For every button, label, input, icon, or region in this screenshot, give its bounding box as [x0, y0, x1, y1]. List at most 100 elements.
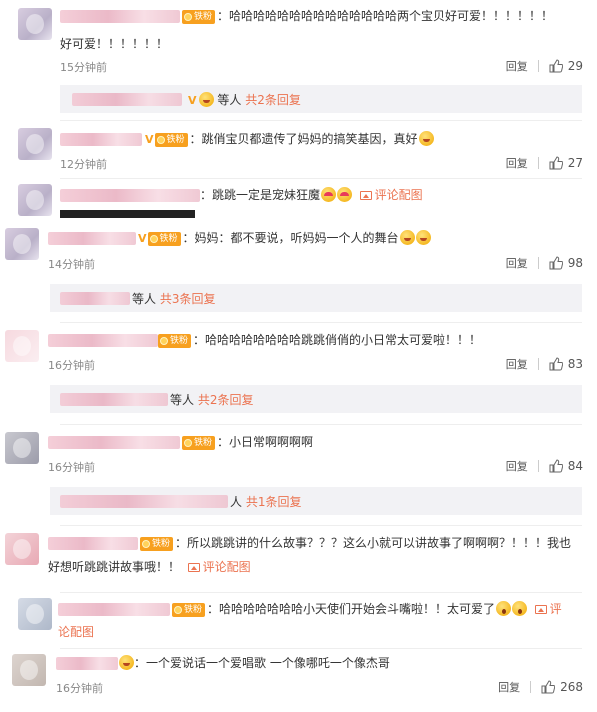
reply-summary-text[interactable]: 人 共1条回复 — [230, 493, 301, 510]
avatar[interactable] — [5, 533, 39, 565]
reply-people: 等人 — [217, 93, 242, 107]
fan-badge: 铁粉 — [182, 9, 216, 24]
emoji-icon — [119, 655, 134, 670]
image-icon — [534, 605, 547, 614]
comment-body-2: 好可爱！！！！！！ — [60, 37, 169, 51]
avatar[interactable] — [18, 128, 52, 160]
comment-text: 铁粉 ：哈哈哈哈哈哈哈小天使们开始会斗嘴啦！！太可爱了 评 — [172, 600, 562, 618]
divider — [60, 424, 582, 425]
comment-image-link[interactable]: 评 — [534, 602, 562, 616]
timestamp: 14分钟前 — [48, 258, 95, 271]
avatar[interactable] — [5, 330, 39, 362]
fan-badge-label: 铁粉 — [159, 233, 178, 244]
reply-summary-bar[interactable]: 等人 共3条回复 — [50, 284, 582, 312]
like-count: 98 — [567, 256, 583, 270]
divider — [537, 157, 539, 169]
thumbs-up-icon[interactable] — [541, 680, 556, 694]
comment-image-label: 评论配图 — [202, 560, 251, 574]
comment-image-link[interactable]: 评论配图 — [359, 188, 423, 202]
reply-summary-bar[interactable]: V 等人 共2条回复 — [60, 85, 582, 113]
username-blurred[interactable] — [56, 657, 118, 670]
fan-badge-label: 铁粉 — [152, 538, 171, 549]
thumbs-up-icon[interactable] — [549, 59, 563, 73]
comment-actions: 回复 268 — [498, 679, 583, 695]
comment-image-link[interactable]: 评论配图 — [187, 560, 251, 574]
like-count: 27 — [567, 156, 583, 170]
like-count: 83 — [567, 357, 583, 371]
reply-summary-bar[interactable]: 人 共1条回复 — [50, 487, 582, 515]
fan-badge-label: 铁粉 — [194, 11, 213, 22]
thumbs-up-icon[interactable] — [549, 256, 563, 270]
avatar[interactable] — [5, 432, 39, 464]
reply-button[interactable]: 回复 — [506, 458, 528, 474]
username-blurred[interactable] — [48, 334, 158, 347]
divider — [60, 648, 582, 649]
fan-badge-icon — [184, 12, 192, 21]
reply-summary-text[interactable]: 等人 共2条回复 — [170, 391, 253, 408]
reply-button[interactable]: 回复 — [498, 679, 520, 695]
heart-eyes-emoji-icon — [321, 187, 337, 202]
reply-button[interactable]: 回复 — [506, 58, 528, 74]
username-blurred[interactable] — [48, 232, 136, 245]
username-blurred[interactable] — [48, 436, 180, 449]
username-blurred[interactable] — [60, 10, 180, 23]
avatar[interactable] — [12, 654, 46, 686]
timestamp: 16分钟前 — [48, 461, 95, 474]
comment-body-2: 好想听跳跳讲故事哦！！ — [48, 560, 181, 574]
reply-button[interactable]: 回复 — [506, 255, 528, 271]
fan-badge-label: 铁粉 — [194, 437, 213, 448]
comment-actions: 回复 98 — [506, 255, 583, 271]
thumbs-up-icon[interactable] — [549, 156, 563, 170]
avatar[interactable] — [18, 8, 52, 40]
comment-text: V 铁粉 ：跳俏宝贝都遗传了妈妈的搞笑基因，真好 — [145, 130, 434, 149]
reply-users-blurred — [72, 93, 182, 106]
reply-button[interactable]: 回复 — [506, 155, 528, 171]
divider — [60, 525, 582, 526]
shocked-emoji-icon — [512, 601, 528, 616]
reply-people: 等人 — [170, 393, 195, 407]
view-replies-link[interactable]: 共2条回复 — [245, 93, 301, 107]
fan-badge: 铁粉 — [140, 536, 174, 551]
fan-badge: 铁粉 — [172, 602, 206, 617]
username-blurred[interactable] — [60, 133, 142, 146]
comment-image-label-continued[interactable]: 论配图 — [58, 625, 94, 639]
shocked-emoji-icon — [496, 601, 512, 616]
reply-button[interactable]: 回复 — [506, 356, 528, 372]
laugh-emoji-icon — [399, 230, 415, 245]
comment-actions: 回复 84 — [506, 458, 583, 474]
comment-body: ：哈哈哈哈哈哈哈哈跳跳俏俏的小日常太可爱啦！！！ — [193, 333, 482, 347]
view-replies-link[interactable]: 共1条回复 — [246, 495, 302, 509]
username-blurred[interactable] — [58, 603, 170, 616]
fan-badge-label: 铁粉 — [184, 604, 203, 615]
fan-badge-icon — [156, 135, 165, 144]
fan-badge-icon — [149, 234, 158, 243]
heart-eyes-emoji-icon — [337, 187, 353, 202]
divider — [530, 681, 532, 693]
fan-badge: 铁粉 — [154, 132, 188, 147]
vip-icon: V — [138, 231, 147, 245]
view-replies-link[interactable]: 共3条回复 — [160, 292, 216, 306]
reply-summary-bar[interactable]: 等人 共2条回复 — [50, 385, 582, 413]
avatar[interactable] — [18, 598, 52, 630]
comment-text: ：跳跳一定是宠妹狂魔 评论配图 — [200, 186, 423, 204]
username-blurred[interactable] — [48, 537, 138, 550]
thumbs-up-icon[interactable] — [549, 459, 563, 473]
laugh-emoji-icon — [418, 131, 434, 146]
comment-image-label: 评 — [549, 602, 562, 616]
fan-badge-icon — [174, 605, 182, 614]
reply-people: 等人 — [132, 292, 157, 306]
reply-summary-text[interactable]: V 等人 共2条回复 — [188, 91, 301, 108]
vip-icon: V — [145, 132, 154, 146]
reply-summary-text[interactable]: 等人 共3条回复 — [132, 290, 215, 307]
avatar[interactable] — [18, 184, 52, 216]
comment-text: 铁粉 ：哈哈哈哈哈哈哈哈哈哈哈哈哈哈两个宝贝好可爱！！！！！！ — [182, 7, 553, 25]
divider — [60, 120, 582, 121]
like-count: 268 — [560, 680, 583, 694]
image-strip — [60, 210, 195, 218]
comment-actions: 回复 83 — [506, 356, 583, 372]
thumbs-up-icon[interactable] — [549, 357, 563, 371]
view-replies-link[interactable]: 共2条回复 — [198, 393, 254, 407]
reply-people: 人 — [230, 495, 243, 509]
avatar[interactable] — [5, 228, 39, 260]
username-blurred[interactable] — [60, 189, 200, 202]
